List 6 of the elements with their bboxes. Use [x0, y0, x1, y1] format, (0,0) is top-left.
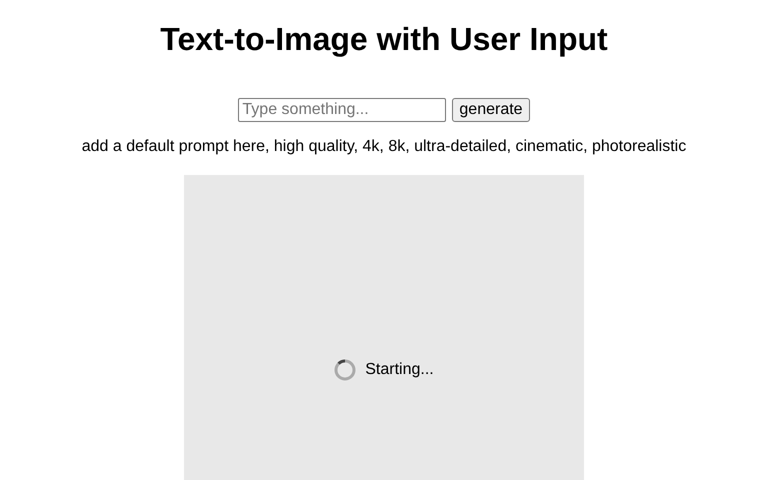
default-prompt: add a default prompt here, high quality, 4k, 8k, ultra-detailed, cinematic, photorealistic — [82, 137, 686, 157]
status-text: Starting... — [365, 360, 434, 380]
spinner-icon — [334, 359, 356, 381]
prompt-input[interactable]: Type something... — [238, 98, 446, 122]
page-title: Text-to-Image with User Input — [160, 20, 608, 58]
generate-button[interactable]: generate — [452, 98, 530, 122]
